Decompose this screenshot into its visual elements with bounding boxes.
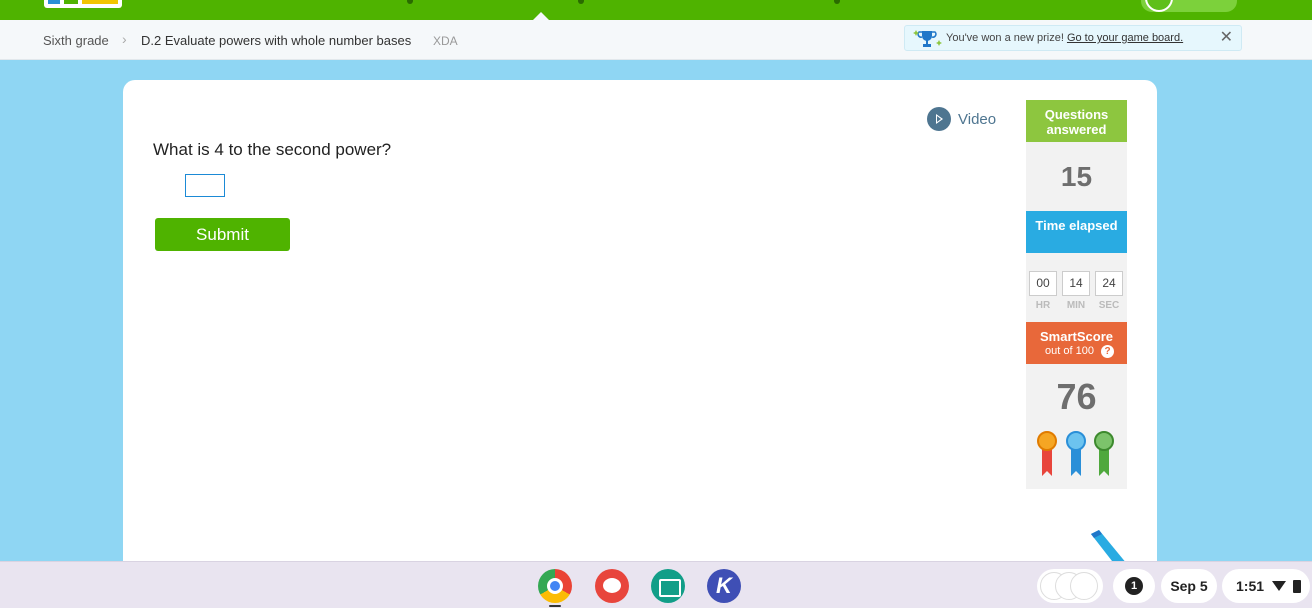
skill-code: XDA [433, 34, 458, 48]
top-nav-bar [0, 0, 1312, 20]
nav-item-fragment[interactable] [578, 0, 584, 4]
play-icon [927, 107, 951, 131]
smartscore-out-of: out of 100 [1045, 345, 1094, 357]
timer-seconds: 24 [1095, 271, 1123, 296]
smartscore-header: SmartScore out of 100 ? [1026, 322, 1127, 364]
active-app-indicator [549, 605, 561, 607]
award-ribbons [1026, 428, 1127, 488]
question-text: What is 4 to the second power? [153, 140, 392, 159]
breadcrumb-grade-link[interactable]: Sixth grade [43, 33, 109, 48]
account-menu[interactable] [1141, 0, 1237, 12]
battery-icon [1293, 580, 1301, 593]
paint-icon[interactable] [595, 569, 629, 603]
notification-count: 1 [1125, 577, 1143, 596]
status-tray[interactable]: 1:51 [1222, 569, 1310, 603]
questions-answered-label: Questions answered [1026, 100, 1127, 142]
timer-minutes: 14 [1062, 271, 1090, 296]
close-icon[interactable]: ✕ [1220, 29, 1233, 47]
timer-seconds-label: SEC [1098, 300, 1120, 311]
timer-hours: 00 [1029, 271, 1057, 296]
nav-item-fragment[interactable] [834, 0, 840, 4]
timer-hours-label: HR [1035, 300, 1051, 311]
smartscore-sublabel: out of 100 ? [1026, 344, 1127, 359]
game-board-link[interactable]: Go to your game board. [1067, 32, 1183, 44]
date-tray[interactable]: Sep 5 [1161, 569, 1217, 603]
questions-answered-count: 15 [1060, 161, 1093, 192]
prize-text: You've won a new prize! [946, 32, 1064, 44]
blue-ribbon-icon [1066, 431, 1086, 476]
avatar [1145, 0, 1173, 12]
practice-card: Video What is 4 to the second power? Sub… [123, 80, 1157, 580]
active-nav-caret [533, 12, 549, 20]
timer: 00 14 24 HR MIN SEC [1026, 253, 1127, 322]
timer-minutes-label: MIN [1066, 300, 1086, 311]
video-label: Video [958, 110, 997, 128]
ixl-logo[interactable] [44, 0, 122, 8]
smartscore-value: 76 [1056, 376, 1097, 417]
notification-tray[interactable]: 1 [1113, 569, 1155, 603]
breadcrumb-skill-title: D.2 Evaluate powers with whole number ba… [141, 33, 412, 48]
os-shelf: K 1 Sep 5 1:51 [0, 561, 1312, 608]
clock-time: 1:51 [1236, 578, 1265, 594]
answer-input[interactable] [185, 174, 225, 197]
stats-sidebar: Questions answered 15 Time elapsed 00 14… [1026, 100, 1127, 489]
chevron-right-icon: › [122, 31, 127, 47]
gold-ribbon-icon [1037, 431, 1057, 476]
prize-banner: You've won a new prize! Go to your game … [904, 25, 1242, 51]
smartscore-label: SmartScore [1040, 329, 1113, 344]
chrome-icon[interactable] [538, 569, 572, 603]
kahoot-icon[interactable]: K [707, 569, 741, 603]
wifi-icon [1272, 581, 1286, 591]
submit-button[interactable]: Submit [155, 218, 290, 251]
help-icon[interactable]: ? [1101, 345, 1114, 358]
avatar [1070, 572, 1098, 600]
account-switcher[interactable] [1037, 569, 1103, 603]
green-ribbon-icon [1094, 431, 1114, 476]
trophy-icon [913, 30, 942, 47]
classroom-icon[interactable] [651, 569, 685, 603]
time-elapsed-label: Time elapsed [1026, 211, 1127, 253]
nav-item-fragment[interactable] [407, 0, 413, 4]
prize-message: You've won a new prize! Go to your game … [946, 32, 1183, 44]
video-button[interactable]: Video [927, 107, 996, 131]
